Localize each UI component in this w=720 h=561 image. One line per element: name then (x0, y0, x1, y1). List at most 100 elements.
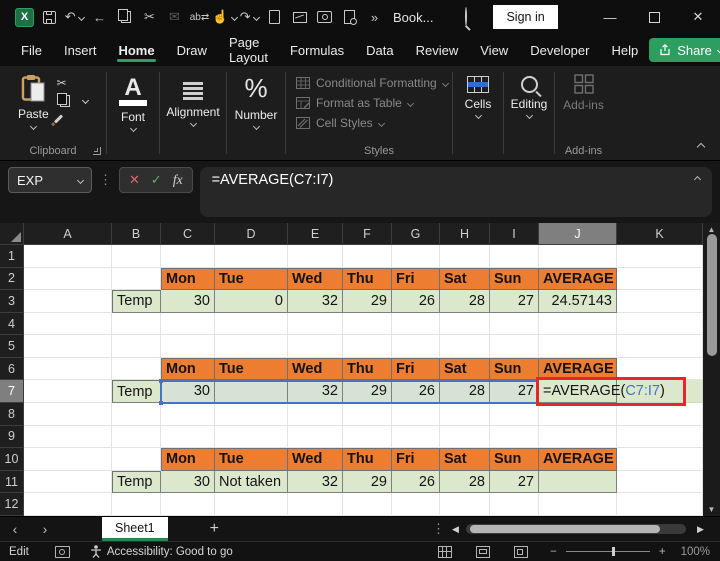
cell-C1[interactable] (161, 245, 215, 268)
cell-G9[interactable] (392, 425, 440, 449)
cell-H8[interactable] (440, 403, 490, 426)
insert-function-icon[interactable]: fx (173, 172, 183, 188)
paste-button[interactable]: Paste (18, 74, 49, 131)
cell-C2[interactable]: Mon (161, 267, 215, 291)
cell-E6[interactable]: Wed (288, 357, 343, 381)
cell-A2[interactable] (24, 267, 112, 291)
collapse-formula-bar-icon[interactable] (693, 175, 702, 184)
cell-K2[interactable] (617, 267, 703, 291)
redo-icon[interactable]: ↷ (237, 5, 262, 29)
row-header-11[interactable]: 11 (0, 470, 24, 494)
cell-D4[interactable] (215, 312, 288, 336)
col-header-C[interactable]: C (161, 223, 215, 245)
lookup-icon[interactable] (337, 5, 362, 29)
copy-icon[interactable] (112, 5, 137, 29)
cell-B2[interactable] (112, 267, 161, 291)
cell-A6[interactable] (24, 357, 112, 381)
cell-E12[interactable] (288, 493, 343, 516)
cell-F4[interactable] (343, 312, 392, 336)
cut-button[interactable]: ✂ (57, 76, 67, 90)
cell-E3[interactable]: 32 (288, 290, 343, 313)
cell-K4[interactable] (617, 312, 703, 336)
font-group-button[interactable]: A Font (107, 66, 159, 160)
cell-A12[interactable] (24, 493, 112, 516)
cell-D7[interactable] (215, 380, 288, 404)
cell-J3[interactable]: 24.57143 (539, 290, 617, 313)
accessibility-status[interactable]: Accessibility: Good to go (90, 545, 233, 558)
cell-I10[interactable]: Sun (490, 448, 539, 471)
cell-I3[interactable]: 27 (490, 290, 539, 313)
cell-C8[interactable] (161, 403, 215, 426)
tab-help[interactable]: Help (600, 34, 649, 66)
cell-B12[interactable] (112, 493, 161, 516)
zoom-in-icon[interactable]: + (659, 546, 666, 558)
cell-E7[interactable]: 32 (288, 380, 343, 404)
enter-icon[interactable]: ✓ (151, 172, 162, 188)
col-header-F[interactable]: F (343, 223, 392, 245)
cell-F10[interactable]: Thu (343, 448, 392, 471)
cell-A9[interactable] (24, 425, 112, 449)
tab-review[interactable]: Review (405, 34, 470, 66)
cell-K1[interactable] (617, 245, 703, 268)
cell-C9[interactable] (161, 425, 215, 449)
cell-G1[interactable] (392, 245, 440, 268)
cell-F8[interactable] (343, 403, 392, 426)
col-header-H[interactable]: H (440, 223, 490, 245)
format-painter-button[interactable] (53, 112, 63, 125)
cell-H2[interactable]: Sat (440, 267, 490, 291)
cell-E8[interactable] (288, 403, 343, 426)
scroll-down-icon[interactable]: ▼ (703, 505, 720, 514)
cell-I9[interactable] (490, 425, 539, 449)
editing-group-button[interactable]: Editing (504, 66, 554, 160)
cell-E9[interactable] (288, 425, 343, 449)
conditional-formatting-button[interactable]: Conditional Formatting (296, 73, 449, 93)
cell-E5[interactable] (288, 335, 343, 358)
cell-A7[interactable] (24, 380, 112, 404)
cell-H9[interactable] (440, 425, 490, 449)
share-button[interactable]: Share (649, 38, 720, 62)
cell-J8[interactable] (539, 403, 617, 426)
scroll-right-icon[interactable]: ▶ (697, 524, 704, 535)
macro-record-icon[interactable] (54, 545, 70, 558)
cell-D6[interactable]: Tue (215, 357, 288, 381)
search-icon[interactable] (465, 7, 468, 26)
cell-A10[interactable] (24, 448, 112, 471)
format-as-table-button[interactable]: Format as Table (296, 93, 414, 113)
touch-mode-icon[interactable]: ☝ (212, 5, 238, 29)
row-header-4[interactable]: 4 (0, 312, 24, 336)
row-header-12[interactable]: 12 (0, 493, 24, 516)
row-header-9[interactable]: 9 (0, 425, 24, 449)
col-header-D[interactable]: D (215, 223, 288, 245)
copy-button[interactable] (56, 92, 90, 107)
cell-A5[interactable] (24, 335, 112, 358)
cell-J6[interactable]: AVERAGE (539, 357, 617, 381)
scroll-left-icon[interactable]: ◀ (452, 524, 459, 535)
zoom-slider-thumb[interactable] (612, 547, 615, 556)
tab-developer[interactable]: Developer (519, 34, 600, 66)
cell-A4[interactable] (24, 312, 112, 336)
scroll-up-icon[interactable]: ▲ (703, 225, 720, 234)
cell-J11[interactable] (539, 470, 617, 494)
cell-G12[interactable] (392, 493, 440, 516)
cell-B9[interactable] (112, 425, 161, 449)
cell-G6[interactable]: Fri (392, 357, 440, 381)
sign-in-button[interactable]: Sign in (493, 5, 558, 29)
name-box[interactable]: EXP (8, 167, 92, 193)
col-header-G[interactable]: G (392, 223, 440, 245)
vertical-scroll-thumb[interactable] (706, 234, 717, 356)
cell-B6[interactable] (112, 357, 161, 381)
page-layout-view-icon[interactable] (476, 545, 491, 558)
cell-H4[interactable] (440, 312, 490, 336)
cell-E1[interactable] (288, 245, 343, 268)
cell-I5[interactable] (490, 335, 539, 358)
close-button[interactable]: ✕ (676, 0, 720, 34)
tab-draw[interactable]: Draw (166, 34, 218, 66)
cell-I8[interactable] (490, 403, 539, 426)
tab-page-layout[interactable]: Page Layout (218, 34, 279, 66)
cell-D5[interactable] (215, 335, 288, 358)
cell-G2[interactable]: Fri (392, 267, 440, 291)
col-header-A[interactable]: A (24, 223, 112, 245)
row-header-5[interactable]: 5 (0, 335, 24, 358)
cell-D1[interactable] (215, 245, 288, 268)
tab-insert[interactable]: Insert (53, 34, 108, 66)
